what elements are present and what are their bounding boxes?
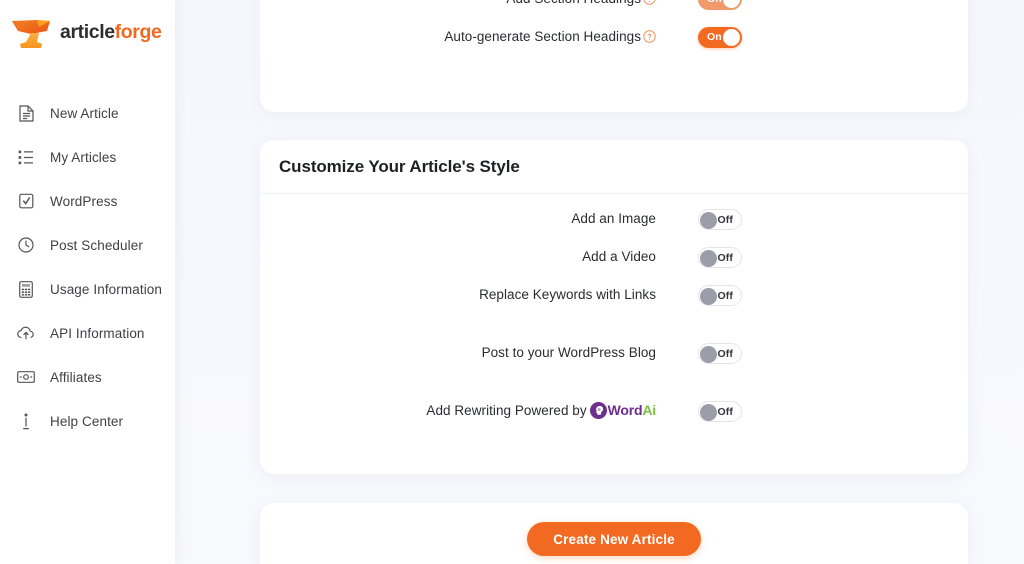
anvil-icon [6, 11, 62, 53]
toggle-state-label: Off [717, 214, 733, 226]
page-title: Customize Your Article's Style [279, 156, 520, 176]
row-label: Add Rewriting Powered by WordAi [260, 400, 656, 420]
card-body: Add an Image Off Add a Video Off Replace… [260, 194, 968, 458]
toggle-knob [723, 0, 740, 8]
row-label-text: Replace Keywords with Links [479, 287, 656, 302]
banknote-icon [16, 367, 36, 387]
row-control: Off [698, 246, 742, 268]
toggle-auto-generate-section-headings[interactable]: On [698, 27, 742, 48]
toggle-state-label: On [707, 0, 722, 10]
row-control: On [698, 0, 742, 10]
toggle-state-label: Off [717, 348, 733, 360]
wordai-head-icon [589, 402, 607, 419]
toggle-row-add-a-video: Add a Video Off [260, 246, 968, 284]
row-control: Off [698, 342, 742, 364]
sidebar-nav: New Article My Articles WordPress Post S… [0, 91, 175, 443]
row-label: Add an Image [260, 208, 656, 228]
row-label-text: Post to your WordPress Blog [481, 345, 656, 360]
toggle-state-label: Off [717, 252, 733, 264]
clock-icon [16, 235, 36, 255]
row-label: Post to your WordPress Blog [260, 342, 656, 362]
submit-card: Create New Article [260, 503, 968, 564]
toggle-row-add-rewriting-powered-by-wordai: Add Rewriting Powered by WordAi Off [260, 400, 968, 458]
row-control: Off [698, 400, 742, 422]
sidebar-item-label: My Articles [50, 149, 117, 165]
row-label-text: Add an Image [571, 211, 656, 226]
sidebar-item-new-article[interactable]: New Article [0, 91, 175, 135]
section-headings-card: Add Section Headings On [260, 0, 968, 112]
sidebar: articleforge New Article My Articles Wor… [0, 0, 175, 564]
info-icon[interactable] [643, 0, 656, 10]
checkbox-square-icon [16, 191, 36, 211]
customize-style-card: Customize Your Article's Style Add an Im… [260, 140, 968, 474]
toggle-row-post-to-wordpress-blog: Post to your WordPress Blog Off [260, 342, 968, 400]
sidebar-item-help-center[interactable]: Help Center [0, 399, 175, 443]
row-label-text: Auto-generate Section Headings [444, 29, 641, 44]
toggle-row-add-an-image: Add an Image Off [260, 208, 968, 246]
toggle-knob [723, 29, 740, 46]
submit-button-wrap: Create New Article [260, 503, 968, 556]
document-icon [16, 103, 36, 123]
list-icon [16, 147, 36, 167]
wordai-logo: WordAi [589, 401, 657, 420]
row-label: Add a Video [260, 246, 656, 266]
brand-logo[interactable]: articleforge [0, 0, 175, 64]
row-label-text: Add Rewriting Powered by [426, 403, 587, 418]
toggle-knob [700, 346, 717, 363]
toggle-add-a-video[interactable]: Off [698, 247, 742, 268]
wordai-word-green: Ai [642, 402, 656, 418]
toggle-state-label: Off [717, 290, 733, 302]
row-control: Off [698, 208, 742, 230]
toggle-add-rewriting-powered-by-wordai[interactable]: Off [698, 401, 742, 422]
calculator-icon [16, 279, 36, 299]
toggle-row-replace-keywords-with-links: Replace Keywords with Links Off [260, 284, 968, 342]
toggle-knob [700, 212, 717, 229]
info-icon[interactable] [643, 29, 656, 48]
wordai-word-purple: Word [607, 402, 643, 418]
sidebar-item-label: Affiliates [50, 369, 102, 385]
sidebar-item-label: API Information [50, 325, 145, 341]
sidebar-item-my-articles[interactable]: My Articles [0, 135, 175, 179]
sidebar-item-post-scheduler[interactable]: Post Scheduler [0, 223, 175, 267]
row-label-text: Add Section Headings [506, 0, 641, 6]
card-header: Customize Your Article's Style [260, 140, 968, 194]
sidebar-item-wordpress[interactable]: WordPress [0, 179, 175, 223]
toggle-knob [700, 288, 717, 305]
sidebar-item-label: Usage Information [50, 281, 163, 297]
sidebar-item-label: New Article [50, 105, 119, 121]
sidebar-item-label: WordPress [50, 193, 118, 209]
row-label: Replace Keywords with Links [260, 284, 656, 304]
sidebar-item-api-information[interactable]: API Information [0, 311, 175, 355]
row-label: Add Section Headings [260, 0, 656, 10]
toggle-row-add-section-headings: Add Section Headings On [260, 0, 968, 26]
brand-name-part2: forge [114, 20, 162, 43]
toggle-state-label: Off [717, 406, 733, 418]
cloud-upload-icon [16, 323, 36, 343]
create-new-article-button[interactable]: Create New Article [527, 522, 701, 556]
row-control: Off [698, 284, 742, 306]
toggle-state-label: On [707, 31, 722, 43]
toggle-row-auto-generate-section-headings: Auto-generate Section Headings On [260, 26, 968, 82]
sidebar-item-usage-information[interactable]: Usage Information [0, 267, 175, 311]
row-label: Auto-generate Section Headings [260, 26, 656, 48]
toggle-knob [700, 404, 717, 421]
sidebar-item-affiliates[interactable]: Affiliates [0, 355, 175, 399]
row-control: On [698, 26, 742, 48]
wordai-wordmark: WordAi [607, 401, 657, 420]
row-label-text: Add a Video [582, 249, 656, 264]
toggle-post-to-wordpress-blog[interactable]: Off [698, 343, 742, 364]
toggle-replace-keywords-with-links[interactable]: Off [698, 285, 742, 306]
main-content: Add Section Headings On [175, 0, 1024, 564]
toggle-knob [700, 250, 717, 267]
info-person-icon [16, 411, 36, 431]
brand-name-part1: article [60, 20, 115, 43]
toggle-add-an-image[interactable]: Off [698, 209, 742, 230]
sidebar-item-label: Post Scheduler [50, 237, 143, 253]
brand-name: articleforge [60, 20, 162, 44]
toggle-add-section-headings[interactable]: On [698, 0, 742, 10]
sidebar-item-label: Help Center [50, 413, 124, 429]
